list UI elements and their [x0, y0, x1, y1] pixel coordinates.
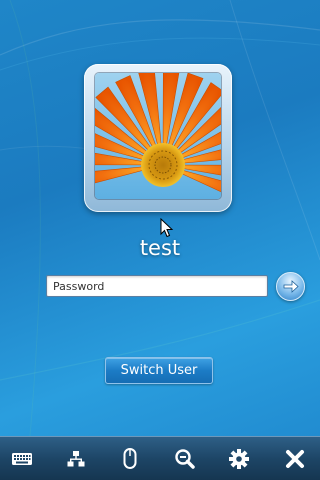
password-field[interactable]	[46, 275, 268, 297]
submit-login-button[interactable]	[276, 272, 305, 301]
login-screen: test Switch User	[0, 0, 320, 480]
close-icon	[286, 450, 304, 468]
mouse-pointer-icon	[160, 218, 174, 238]
toolbar-mouse-button[interactable]	[116, 445, 144, 473]
keyboard-icon	[12, 453, 32, 465]
gear-icon	[229, 449, 249, 469]
toolbar-keyboard-button[interactable]	[8, 445, 36, 473]
toolbar-close-button[interactable]	[281, 445, 309, 473]
remote-toolbar	[0, 436, 320, 480]
username-label: test	[139, 236, 181, 260]
toolbar-settings-button[interactable]	[225, 445, 253, 473]
mouse-icon	[123, 448, 137, 469]
user-avatar	[84, 64, 232, 212]
avatar-flower-image	[95, 73, 221, 199]
toolbar-zoom-out-button[interactable]	[171, 445, 199, 473]
zoom-out-icon	[175, 449, 195, 469]
arrow-right-icon	[283, 280, 299, 293]
network-icon	[67, 451, 85, 467]
toolbar-network-button[interactable]	[62, 445, 90, 473]
switch-user-button[interactable]: Switch User	[105, 357, 213, 384]
